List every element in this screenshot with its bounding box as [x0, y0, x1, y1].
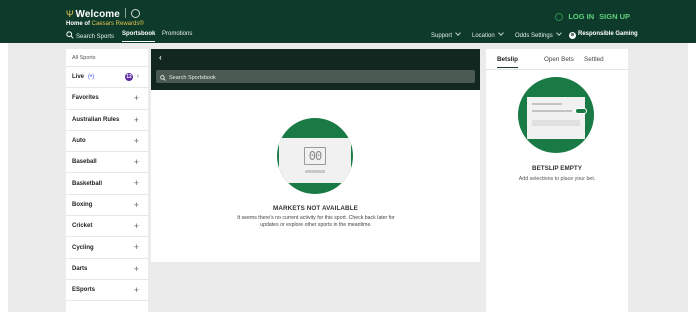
markets-panel: 00 MARKETS NOT AVAILABLE It seems there'… [151, 90, 480, 262]
nav-responsible-gaming-label: Responsible Gaming [578, 31, 638, 37]
sidebar-item-cycling[interactable]: Cycling + [66, 237, 148, 259]
chevron-down-icon [555, 30, 562, 36]
sidebar-item-label: ESports [72, 287, 96, 294]
sidebar-item-darts[interactable]: Darts + [66, 259, 148, 280]
empty-state-title: MARKETS NOT AVAILABLE [273, 205, 358, 212]
plus-icon: + [133, 263, 139, 274]
back-arrow-icon[interactable]: ‹ [159, 53, 162, 62]
trident-icon: Ψ [66, 9, 74, 19]
sidebar-item-baseball[interactable]: Baseball + [66, 152, 148, 174]
top-header: Ψ Welcome Home of Caesars Rewards® LOG IN… [0, 0, 696, 43]
chevron-down-icon [455, 30, 461, 36]
plus-icon: + [133, 221, 139, 232]
live-broadcast-icon: (•) [88, 74, 95, 81]
betslip-empty-title: BETSLIP EMPTY [532, 165, 582, 172]
sidebar-item-label: Favorites [72, 95, 99, 102]
rewards-ring-icon [130, 9, 140, 18]
scoreboard-icon: 00 [304, 147, 326, 165]
scoreboard-illustration: 00 [277, 118, 353, 194]
sidebar-item-label: Boxing [72, 201, 93, 208]
nav-odds-settings[interactable]: Odds Settings [515, 30, 562, 39]
sidebar-item-basketball[interactable]: Basketball + [66, 173, 148, 195]
search-placeholder: Search Sportsbook [169, 75, 216, 81]
sidebar-item-australian-rules[interactable]: Australian Rules + [66, 110, 148, 131]
chevron-down-icon [497, 30, 504, 36]
tab-open-bets[interactable]: Open Bets [544, 56, 574, 63]
tab-settled[interactable]: Settled [584, 56, 604, 63]
nav-sportsbook[interactable]: Sportsbook [122, 31, 156, 42]
plus-icon: + [133, 114, 139, 125]
plus-icon: + [133, 284, 139, 295]
chevron-right-icon: › [136, 73, 139, 80]
live-count-badge: 12 [125, 73, 133, 81]
plus-icon: + [133, 199, 139, 210]
sidebar-item-label: Cricket [72, 223, 93, 230]
sidebar-item-live[interactable]: Live (•) 12 › [66, 67, 148, 89]
plus-icon: + [133, 135, 139, 146]
sidebar-item-esports[interactable]: ESports + [66, 280, 148, 302]
sport-header: ‹ Search Sportsbook [151, 49, 480, 90]
plus-icon: + [133, 93, 139, 104]
account-actions: LOG IN SIGN UP [555, 12, 630, 21]
betslip-empty-hint: Add selections to place your bet. [518, 176, 596, 182]
search-icon [66, 31, 74, 39]
signup-link[interactable]: SIGN UP [599, 12, 630, 21]
search-input[interactable]: Search Sportsbook [156, 70, 475, 83]
responsible-gaming-icon: ⊕ [569, 32, 576, 39]
nav-support[interactable]: Support [431, 30, 461, 39]
sidebar-item-label: Australian Rules [72, 116, 120, 123]
nav-promotions[interactable]: Promotions [162, 31, 192, 37]
plus-icon: + [133, 242, 139, 253]
welcome-title: Welcome [75, 9, 120, 20]
nav-search-label: Search Sports [76, 34, 115, 40]
sidebar-item-boxing[interactable]: Boxing + [66, 195, 148, 217]
main-nav: Search Sports Sportsbook Promotions Supp… [0, 26, 696, 43]
sidebar-item-cricket[interactable]: Cricket + [66, 216, 148, 238]
sidebar-item-favorites[interactable]: Favorites + [66, 88, 148, 110]
nav-odds-settings-label: Odds Settings [515, 33, 553, 39]
sidebar-item-label: Basketball [72, 180, 103, 187]
sidebar-item-label: Auto [72, 138, 86, 145]
brand-logo[interactable]: Ψ Welcome Home of Caesars Rewards® [66, 8, 144, 27]
sidebar-item-label: Darts [72, 265, 88, 272]
user-icon [555, 12, 564, 21]
search-icon [160, 75, 166, 81]
sidebar-item-auto[interactable]: Auto + [66, 131, 148, 153]
tab-betslip[interactable]: Betslip [497, 56, 518, 68]
login-link[interactable]: LOG IN [568, 12, 594, 21]
plus-icon: + [133, 178, 139, 189]
betslip-panel: Betslip Open Bets Settled BETSLIP EMPTY … [486, 49, 628, 312]
sports-sidebar: All Sports Live (•) 12 › Favorites + Aust… [66, 49, 148, 312]
nav-responsible-gaming[interactable]: ⊕ Responsible Gaming [569, 31, 638, 39]
sidebar-item-label: Baseball [72, 159, 97, 166]
sidebar-item-label: Cycling [72, 244, 94, 251]
nav-search-sports[interactable]: Search Sports [66, 31, 114, 40]
plus-icon: + [133, 157, 139, 168]
all-sports-header[interactable]: All Sports [66, 49, 148, 67]
nav-support-label: Support [431, 33, 453, 39]
betslip-illustration [518, 77, 594, 153]
nav-location-label: Location [472, 33, 495, 39]
empty-state-text: It seems there's no current activity for… [237, 215, 395, 228]
nav-location[interactable]: Location [472, 30, 504, 39]
sidebar-item-label: Live [72, 74, 85, 81]
toggle-icon [575, 108, 587, 114]
